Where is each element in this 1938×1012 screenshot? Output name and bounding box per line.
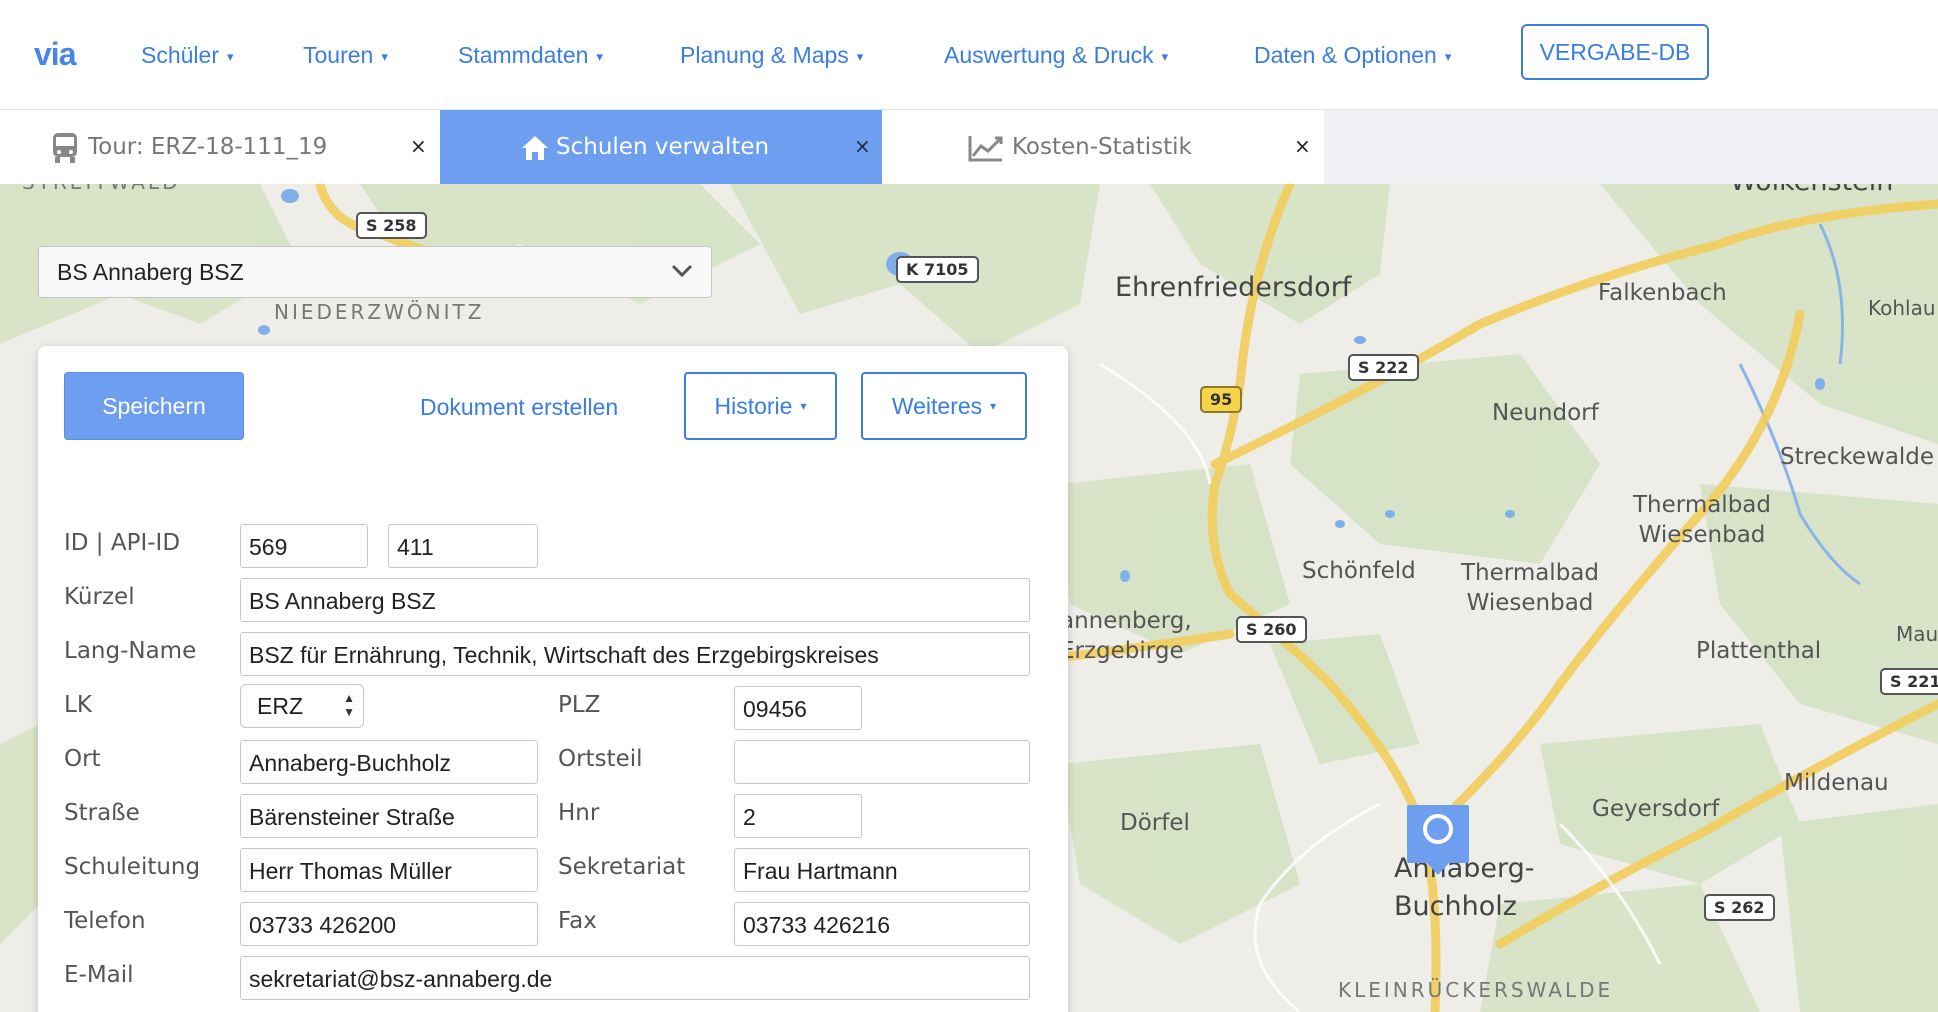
app-logo[interactable]: via: [34, 36, 76, 73]
fax-label: Fax: [558, 908, 597, 934]
updown-arrows-icon: ▲ ▼: [343, 691, 355, 719]
tab-tour[interactable]: Tour: ERZ-18-111_19 ×: [0, 110, 440, 184]
caret-down-icon: ▾: [800, 399, 807, 413]
school-form-panel: Speichern Dokument erstellen Historie ▾ W…: [38, 346, 1068, 1012]
road-shield: S 221: [1880, 668, 1938, 695]
caret-down-icon: ▾: [596, 48, 603, 64]
place-label: Schönfeld: [1302, 558, 1416, 584]
ort-label: Ort: [64, 746, 101, 772]
place-label: Streckewalde: [1780, 444, 1935, 470]
place-label: Ehrenfriedersdorf: [1115, 272, 1352, 303]
nav-stammdaten[interactable]: Stammdaten ▾: [458, 42, 603, 69]
history-button[interactable]: Historie ▾: [684, 372, 837, 440]
tab-bar: Tour: ERZ-18-111_19 × Schulen verwalten …: [0, 110, 1938, 184]
kuerzel-field[interactable]: BS Annaberg BSZ: [240, 578, 1030, 622]
road-shield: S 262: [1704, 894, 1775, 921]
telefon-field[interactable]: 03733 426200: [240, 902, 538, 946]
caret-down-icon: ▾: [1161, 48, 1169, 64]
tab-kosten-label: Kosten-Statistik: [1012, 134, 1192, 160]
bus-icon: [50, 131, 80, 171]
schulleitung-label: Schuleitung: [64, 854, 201, 880]
ort-field[interactable]: Annaberg-Buchholz: [240, 740, 538, 784]
strasse-label: Straße: [64, 800, 140, 826]
place-label: Mildenau: [1784, 770, 1889, 796]
place-label: STREITWALD: [22, 184, 180, 194]
road-shield: S 258: [356, 212, 427, 239]
close-icon[interactable]: ×: [1294, 134, 1311, 158]
road-shield: S 260: [1236, 616, 1307, 643]
nav-touren[interactable]: Touren ▾: [303, 42, 388, 69]
vergabe-db-button[interactable]: VERGABE-DB: [1521, 24, 1709, 80]
telefon-label: Telefon: [64, 908, 146, 934]
place-label: Thermalbad Wiesenbad: [1460, 560, 1599, 616]
home-icon: [520, 134, 550, 168]
place-label: NIEDERZWÖNITZ: [274, 300, 485, 324]
place-label: Dörfel: [1120, 810, 1190, 836]
tab-tour-label: Tour: ERZ-18-111_19: [88, 134, 328, 160]
nav-daten-optionen[interactable]: Daten & Optionen ▾: [1254, 42, 1451, 69]
langname-label: Lang-Name: [64, 638, 197, 664]
ortsteil-field[interactable]: [734, 740, 1030, 784]
plz-field[interactable]: 09456: [734, 686, 862, 730]
place-label: Kohlau: [1868, 296, 1936, 320]
chart-line-icon: [968, 134, 1004, 168]
caret-down-icon: ▾: [226, 48, 234, 64]
id-label: ID | API-ID: [64, 530, 181, 556]
place-label: annenberg, Erzgebirge: [1060, 608, 1192, 664]
nav-planung-maps[interactable]: Planung & Maps ▾: [680, 42, 863, 69]
place-label: Falkenbach: [1598, 280, 1727, 306]
strasse-field[interactable]: Bärensteiner Straße: [240, 794, 538, 838]
place-label: Wolkenstein: [1730, 184, 1893, 197]
hnr-field[interactable]: 2: [734, 794, 862, 838]
road-shield: K 7105: [896, 256, 979, 283]
id-field[interactable]: 569: [240, 524, 368, 568]
caret-down-icon: ▾: [856, 48, 864, 64]
place-label: Thermalbad Wiesenbad: [1632, 492, 1771, 548]
lk-label: LK: [64, 692, 92, 718]
ortsteil-label: Ortsteil: [558, 746, 643, 772]
close-icon[interactable]: ×: [854, 134, 871, 158]
caret-down-icon: ▾: [1444, 48, 1452, 64]
caret-down-icon: ▾: [990, 399, 997, 413]
chevron-down-icon: [669, 257, 695, 290]
more-button[interactable]: Weiteres ▾: [861, 372, 1027, 440]
fax-field[interactable]: 03733 426216: [734, 902, 1030, 946]
email-label: E-Mail: [64, 962, 134, 988]
place-label: Neundorf: [1492, 400, 1599, 426]
nav-auswertung-druck[interactable]: Auswertung & Druck ▾: [944, 42, 1168, 69]
kuerzel-label: Kürzel: [64, 584, 135, 610]
langname-field[interactable]: BSZ für Ernährung, Technik, Wirtschaft d…: [240, 632, 1030, 676]
sekretariat-field[interactable]: Frau Hartmann: [734, 848, 1030, 892]
school-location-marker[interactable]: [1407, 805, 1469, 875]
place-label: Geyersdorf: [1592, 796, 1720, 822]
api-id-field[interactable]: 411: [388, 524, 538, 568]
email-field[interactable]: sekretariat@bsz-annaberg.de: [240, 956, 1030, 1000]
plz-label: PLZ: [558, 692, 601, 718]
tab-schulen-verwalten[interactable]: Schulen verwalten ×: [440, 110, 882, 184]
road-shield: 95: [1200, 386, 1243, 413]
create-document-button[interactable]: Dokument erstellen: [420, 394, 618, 421]
place-label: Maue: [1896, 622, 1938, 646]
school-select[interactable]: BS Annaberg BSZ: [38, 246, 712, 298]
place-label: KLEINRÜCKERSWALDE: [1338, 978, 1614, 1002]
school-select-value: BS Annaberg BSZ: [57, 259, 244, 285]
top-navbar: via Schüler ▾ Touren ▾ Stammdaten ▾ Planung…: [0, 0, 1938, 110]
tab-schulen-label: Schulen verwalten: [556, 134, 770, 160]
sekretariat-label: Sekretariat: [558, 854, 686, 880]
road-shield: S 222: [1348, 354, 1419, 381]
place-label: Plattenthal: [1696, 638, 1822, 664]
lk-select[interactable]: ERZ ▲ ▼: [240, 684, 364, 728]
schulleitung-field[interactable]: Herr Thomas Müller: [240, 848, 538, 892]
nav-schueler[interactable]: Schüler ▾: [141, 42, 234, 69]
caret-down-icon: ▾: [381, 48, 388, 64]
tab-kosten-statistik[interactable]: Kosten-Statistik ×: [882, 110, 1324, 184]
hnr-label: Hnr: [558, 800, 600, 826]
close-icon[interactable]: ×: [410, 134, 427, 158]
save-button[interactable]: Speichern: [64, 372, 244, 440]
